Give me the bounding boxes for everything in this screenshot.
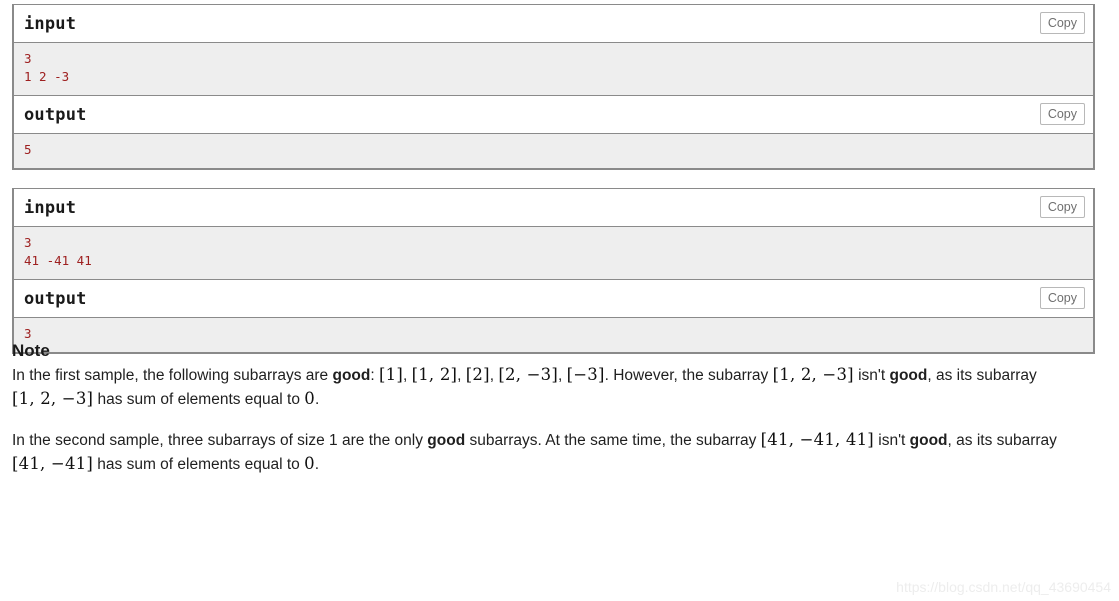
note2-text-2: subarrays. At the same time, the subarra… <box>465 432 761 449</box>
note2-text-3: isn't <box>873 432 910 449</box>
sample-1-input-title: input <box>24 14 77 34</box>
note1-text-2: : <box>370 367 379 384</box>
sample-1-output-title: output <box>24 105 87 125</box>
note1-math-1: [1] <box>378 365 403 384</box>
sample-2-input-line-2: 41 -41 41 <box>24 253 92 268</box>
note1-text-7: . However, the subarray <box>604 367 773 384</box>
sample-1-input-header: input Copy <box>14 5 1093 43</box>
sample-1-input-line-2: 1 2 -3 <box>24 69 70 84</box>
sample-1-output-header: output Copy <box>14 96 1093 134</box>
note2-keyword-good-1: good <box>427 432 466 449</box>
sample-1-output-line-1: 5 <box>24 142 32 157</box>
problem-statement-page: input Copy 3 1 2 -3 output Copy 5 input … <box>0 0 1119 601</box>
sample-1-input-copy-button[interactable]: Copy <box>1039 12 1085 34</box>
sample-1-output-data: 5 <box>14 134 1093 168</box>
sample-2-output-header: output Copy <box>14 280 1093 318</box>
note1-math-2: [1, 2] <box>411 365 458 384</box>
sample-2-output-copy-button[interactable]: Copy <box>1039 287 1085 309</box>
note1-text-4: , <box>457 367 466 384</box>
sample-2-input-line-1: 3 <box>24 235 32 250</box>
sample-2-input-copy-button[interactable]: Copy <box>1039 196 1085 218</box>
note1-text-1: In the first sample, the following subar… <box>12 367 333 384</box>
note1-text-10: has sum of elements equal to <box>93 391 305 408</box>
sample-2-output-title: output <box>24 289 87 309</box>
note-title: Note <box>12 341 50 360</box>
note2-math-1: [41, −41, 41] <box>760 430 874 449</box>
csdn-watermark: https://blog.csdn.net/qq_43690454 <box>896 579 1111 595</box>
sample-2-input-header: input Copy <box>14 189 1093 227</box>
note1-text-3: , <box>402 367 412 384</box>
note1-keyword-good-2: good <box>889 367 928 384</box>
sample-test-1: input Copy 3 1 2 -3 output Copy 5 <box>12 4 1095 170</box>
sample-2-input-data: 3 41 -41 41 <box>14 227 1093 280</box>
note-paragraph-2: In the second sample, three subarrays of… <box>12 428 1084 476</box>
note1-math-8: 0 <box>304 389 315 408</box>
sample-1-input-data: 3 1 2 -3 <box>14 43 1093 96</box>
note-section: Note In the first sample, the following … <box>12 340 1095 476</box>
note1-keyword-good-1: good <box>332 367 371 384</box>
note1-math-6: [1, 2, −3] <box>772 365 854 384</box>
sample-2-input-title: input <box>24 198 77 218</box>
note2-text-5: has sum of elements equal to <box>92 456 305 473</box>
note2-text-6: . <box>314 456 320 473</box>
sample-1-output-copy-button[interactable]: Copy <box>1039 103 1085 125</box>
note2-text-1: In the second sample, three subarrays of… <box>12 432 428 449</box>
note1-text-8: isn't <box>853 367 890 384</box>
note1-math-3: [2] <box>465 365 490 384</box>
sample-test-2: input Copy 3 41 -41 41 output Copy 3 <box>12 188 1095 354</box>
note1-text-6: , <box>557 367 567 384</box>
note1-math-4: [2, −3] <box>498 365 558 384</box>
note2-keyword-good-2: good <box>909 432 948 449</box>
note2-math-2: [41, −41] <box>12 454 93 473</box>
note1-math-5: [−3] <box>566 365 605 384</box>
note2-text-4: , as its subarray <box>947 432 1057 449</box>
note1-text-11: . <box>314 391 320 408</box>
note-paragraph-1: In the first sample, the following subar… <box>12 363 1084 411</box>
sample-tests: input Copy 3 1 2 -3 output Copy 5 input … <box>12 4 1095 372</box>
note2-math-3: 0 <box>304 454 315 473</box>
sample-1-input-line-1: 3 <box>24 51 32 66</box>
note1-math-7: [1, 2, −3] <box>12 389 94 408</box>
note1-text-9: , as its subarray <box>927 367 1037 384</box>
